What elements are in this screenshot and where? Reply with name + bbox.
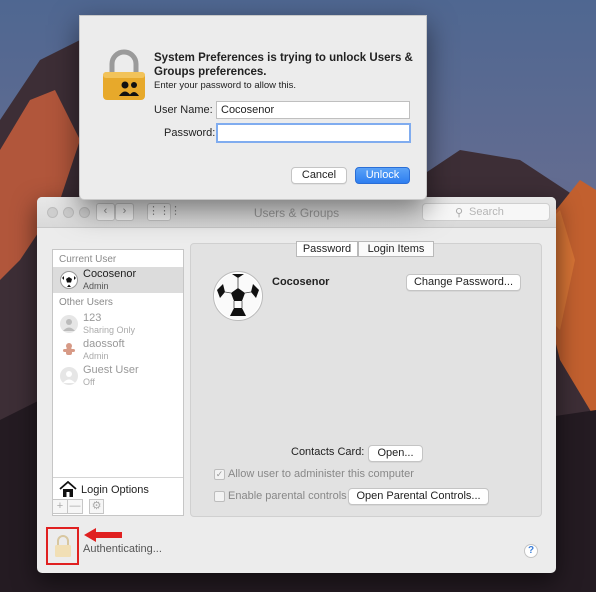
sidebar-toolbar: + — ⚙ bbox=[52, 499, 141, 515]
user-row-guest[interactable]: Guest User Off bbox=[53, 363, 183, 389]
user-role: Off bbox=[83, 377, 95, 387]
checkmark-icon: ✓ bbox=[215, 469, 224, 479]
login-options-label: Login Options bbox=[81, 484, 149, 496]
user-row-123[interactable]: 123 Sharing Only bbox=[53, 311, 183, 337]
tab-login-items[interactable]: Login Items bbox=[358, 241, 434, 257]
user-list-sidebar: Current User Cocosenor Admin Other Users… bbox=[52, 249, 184, 516]
user-role: Sharing Only bbox=[83, 325, 136, 335]
lock-highlight-box bbox=[46, 527, 79, 565]
search-icon: ⚲ bbox=[455, 207, 464, 219]
title-bar: ‹ › ⋮⋮⋮ Users & Groups ⚲ Search bbox=[37, 197, 556, 228]
add-user-button[interactable]: + bbox=[52, 499, 68, 514]
house-icon bbox=[59, 480, 77, 501]
user-row-cocosenor[interactable]: Cocosenor Admin bbox=[53, 267, 183, 293]
search-placeholder: Search bbox=[469, 206, 504, 218]
user-row-daossoft[interactable]: daossoft Admin bbox=[53, 337, 183, 363]
open-parental-controls-button[interactable]: Open Parental Controls... bbox=[348, 488, 489, 505]
user-name: Guest User bbox=[83, 364, 139, 376]
soccer-ball-avatar-icon bbox=[60, 271, 78, 289]
user-name: Cocosenor bbox=[83, 268, 137, 280]
users-groups-window: ‹ › ⋮⋮⋮ Users & Groups ⚲ Search Current … bbox=[37, 197, 556, 573]
unlock-button[interactable]: Unlock bbox=[355, 167, 410, 184]
cancel-button[interactable]: Cancel bbox=[291, 167, 347, 184]
contacts-card-label: Contacts Card: bbox=[291, 446, 365, 458]
user-picture[interactable] bbox=[213, 271, 263, 321]
user-full-name: Cocosenor bbox=[272, 276, 330, 288]
dialog-subtext: Enter your password to allow this. bbox=[154, 80, 297, 91]
password-label: Password: bbox=[164, 127, 216, 139]
user-name: 123 bbox=[83, 312, 102, 324]
allow-admin-label: Allow user to administer this computer bbox=[228, 468, 414, 480]
padlock-users-icon bbox=[100, 49, 148, 104]
other-users-header: Other Users bbox=[59, 297, 113, 308]
help-button[interactable]: ? bbox=[524, 544, 538, 558]
guest-user-icon bbox=[60, 367, 78, 385]
dialog-heading: System Preferences is trying to unlock U… bbox=[154, 52, 413, 78]
password-field[interactable] bbox=[216, 123, 411, 143]
user-role: Admin bbox=[83, 351, 109, 361]
allow-admin-checkbox[interactable]: ✓ bbox=[214, 469, 225, 480]
gear-icon[interactable]: ⚙ bbox=[89, 499, 104, 514]
gingerbread-avatar-icon bbox=[60, 341, 78, 359]
person-silhouette-icon bbox=[60, 315, 78, 333]
username-field[interactable]: Cocosenor bbox=[216, 101, 410, 119]
red-arrow-icon bbox=[84, 528, 122, 542]
authenticating-status: Authenticating... bbox=[83, 543, 162, 555]
soccer-ball-icon bbox=[215, 273, 261, 319]
authentication-dialog: System Preferences is trying to unlock U… bbox=[79, 15, 427, 200]
tab-password[interactable]: Password bbox=[296, 241, 358, 257]
remove-user-button[interactable]: — bbox=[67, 499, 83, 514]
lock-icon[interactable] bbox=[54, 534, 72, 561]
current-user-header: Current User bbox=[59, 254, 117, 265]
user-name: daossoft bbox=[83, 338, 125, 350]
search-field[interactable]: ⚲ Search bbox=[422, 203, 550, 221]
change-password-button[interactable]: Change Password... bbox=[406, 274, 521, 291]
user-role: Admin bbox=[83, 281, 109, 291]
parental-controls-checkbox[interactable] bbox=[214, 491, 225, 502]
username-label: User Name: bbox=[154, 104, 213, 116]
parental-controls-label: Enable parental controls bbox=[228, 490, 347, 502]
contacts-open-button[interactable]: Open... bbox=[368, 445, 423, 462]
